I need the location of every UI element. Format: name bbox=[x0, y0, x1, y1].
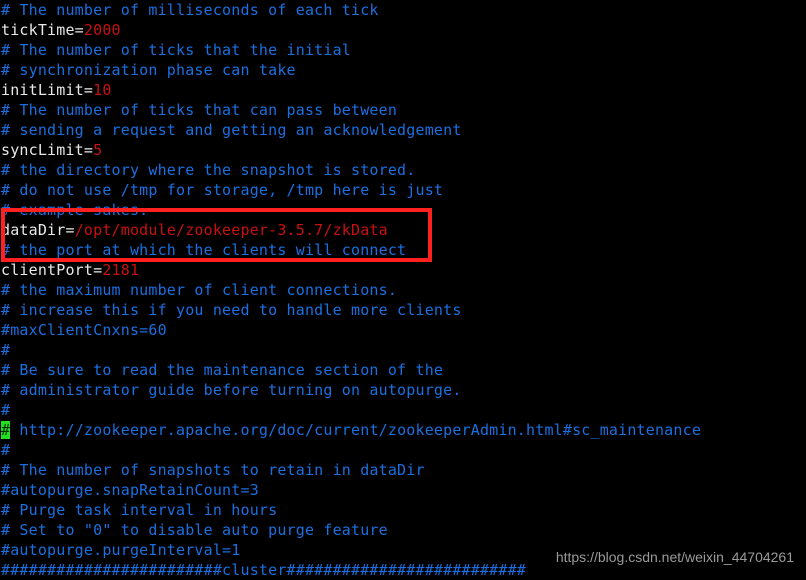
comment-text: # Purge task interval in hours bbox=[1, 501, 278, 519]
terminal-line: # Purge task interval in hours bbox=[0, 500, 806, 520]
terminal-line: dataDir=/opt/module/zookeeper-3.5.7/zkDa… bbox=[0, 220, 806, 240]
comment-text: # bbox=[1, 401, 11, 419]
terminal-line: initLimit=10 bbox=[0, 80, 806, 100]
terminal-line: # Set to "0" to disable auto purge featu… bbox=[0, 520, 806, 540]
terminal-line: # bbox=[0, 440, 806, 460]
comment-text: # The number of milliseconds of each tic… bbox=[1, 1, 379, 19]
terminal-line: tickTime=2000 bbox=[0, 20, 806, 40]
config-key: tickTime= bbox=[1, 21, 84, 39]
comment-text: # Set to "0" to disable auto purge featu… bbox=[1, 521, 388, 539]
comment-text: # do not use /tmp for storage, /tmp here… bbox=[1, 181, 444, 199]
comment-text: ########################cluster#########… bbox=[1, 561, 527, 579]
terminal-line: # sending a request and getting an ackno… bbox=[0, 120, 806, 140]
comment-text: # bbox=[1, 341, 11, 359]
terminal-text-area[interactable]: # The number of milliseconds of each tic… bbox=[0, 0, 806, 579]
terminal-line: # the port at which the clients will con… bbox=[0, 240, 806, 260]
comment-text: # administrator guide before turning on … bbox=[1, 381, 462, 399]
config-key: syncLimit= bbox=[1, 141, 94, 159]
comment-text: # example sakes. bbox=[1, 201, 149, 219]
text-cursor: # bbox=[1, 421, 11, 439]
terminal-line: # increase this if you need to handle mo… bbox=[0, 300, 806, 320]
terminal-line: # The number of snapshots to retain in d… bbox=[0, 460, 806, 480]
comment-text: # The number of ticks that the initial bbox=[1, 41, 352, 59]
comment-text: #maxClientCnxns=60 bbox=[1, 321, 167, 339]
terminal-line: syncLimit=5 bbox=[0, 140, 806, 160]
terminal-line: #autopurge.snapRetainCount=3 bbox=[0, 480, 806, 500]
terminal-line: # http://zookeeper.apache.org/doc/curren… bbox=[0, 420, 806, 440]
terminal-line: # bbox=[0, 400, 806, 420]
config-key: initLimit= bbox=[1, 81, 94, 99]
comment-text: http://zookeeper.apache.org/doc/current/… bbox=[10, 421, 702, 439]
comment-text: #autopurge.purgeInterval=1 bbox=[1, 541, 241, 559]
terminal-line: # bbox=[0, 340, 806, 360]
terminal-line: # administrator guide before turning on … bbox=[0, 380, 806, 400]
config-value: 10 bbox=[93, 81, 112, 99]
terminal-line: clientPort=2181 bbox=[0, 260, 806, 280]
comment-text: # the directory where the snapshot is st… bbox=[1, 161, 416, 179]
terminal-line: # The number of ticks that can pass betw… bbox=[0, 100, 806, 120]
comment-text: # bbox=[1, 441, 11, 459]
terminal-line: # do not use /tmp for storage, /tmp here… bbox=[0, 180, 806, 200]
comment-text: #autopurge.snapRetainCount=3 bbox=[1, 481, 259, 499]
config-value: /opt/module/zookeeper-3.5.7/zkData bbox=[74, 221, 388, 239]
comment-text: # the maximum number of client connectio… bbox=[1, 281, 398, 299]
terminal-line: # synchronization phase can take bbox=[0, 60, 806, 80]
terminal-line: #maxClientCnxns=60 bbox=[0, 320, 806, 340]
terminal-line: # Be sure to read the maintenance sectio… bbox=[0, 360, 806, 380]
terminal-line: # The number of ticks that the initial bbox=[0, 40, 806, 60]
terminal-line: # The number of milliseconds of each tic… bbox=[0, 0, 806, 20]
config-key: dataDir= bbox=[1, 221, 75, 239]
comment-text: # the port at which the clients will con… bbox=[1, 241, 407, 259]
comment-text: # increase this if you need to handle mo… bbox=[1, 301, 462, 319]
config-value: 5 bbox=[93, 141, 103, 159]
config-value: 2000 bbox=[83, 21, 121, 39]
config-key: clientPort= bbox=[1, 261, 103, 279]
terminal-line: # the maximum number of client connectio… bbox=[0, 280, 806, 300]
comment-text: # Be sure to read the maintenance sectio… bbox=[1, 361, 444, 379]
terminal-line: # example sakes. bbox=[0, 200, 806, 220]
comment-text: # The number of snapshots to retain in d… bbox=[1, 461, 425, 479]
comment-text: # sending a request and getting an ackno… bbox=[1, 121, 462, 139]
watermark-text: https://blog.csdn.net/weixin_44704261 bbox=[555, 549, 794, 565]
config-value: 2181 bbox=[102, 261, 140, 279]
comment-text: # The number of ticks that can pass betw… bbox=[1, 101, 398, 119]
terminal-line: # the directory where the snapshot is st… bbox=[0, 160, 806, 180]
comment-text: # synchronization phase can take bbox=[1, 61, 296, 79]
